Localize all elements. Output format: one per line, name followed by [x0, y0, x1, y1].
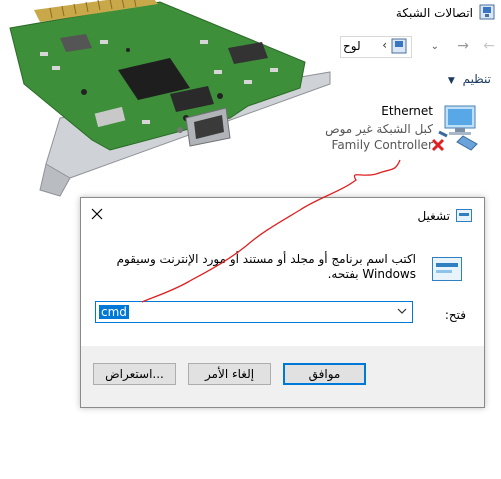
run-body: اكتب اسم برنامج أو مجلد أو مستند أو مورد…	[81, 232, 484, 346]
back-arrow-icon[interactable]: →	[457, 38, 469, 54]
window-title: اتصالات الشبكة	[395, 6, 473, 20]
adapter-device: Family Controller	[331, 138, 433, 152]
run-title: تشغيل	[417, 209, 450, 223]
address-text: لوح	[343, 39, 361, 53]
run-icon	[432, 257, 462, 281]
breadcrumb-chevron-icon[interactable]: ‹	[382, 38, 387, 52]
ok-button[interactable]: موافق	[283, 363, 366, 385]
network-connections-icon	[479, 4, 495, 20]
run-dialog: تشغيل اكتب اسم برنامج أو مجلد أو مستند أ…	[80, 197, 485, 408]
organize-label: تنظيم	[462, 72, 491, 86]
browse-button[interactable]: استعراض...	[93, 363, 176, 385]
run-description: اكتب اسم برنامج أو مجلد أو مستند أو مورد…	[116, 252, 416, 281]
close-icon[interactable]	[88, 205, 106, 223]
open-combobox[interactable]: cmd	[95, 301, 413, 323]
run-titlebar: تشغيل	[81, 198, 484, 232]
forward-arrow-icon[interactable]: ←	[483, 38, 495, 54]
address-bar[interactable]: ‹ لوح	[340, 36, 412, 58]
cancel-button[interactable]: إلغاء الأمر	[188, 363, 271, 385]
open-label: فتح:	[444, 308, 466, 322]
chevron-down-icon[interactable]	[396, 305, 408, 317]
chevron-down-icon[interactable]: ⌄	[431, 41, 439, 52]
network-card-image	[9, 0, 331, 197]
disconnected-x-icon	[431, 138, 445, 152]
run-icon	[456, 209, 472, 222]
run-footer: موافق إلغاء الأمر استعراض...	[81, 346, 484, 407]
adapter-name: Ethernet	[381, 104, 433, 118]
adapter-status: كبل الشبكة غير موص	[325, 122, 433, 136]
open-input-value[interactable]: cmd	[99, 305, 129, 319]
network-connections-icon	[391, 38, 407, 54]
ethernet-adapter-item[interactable]: Ethernet كبل الشبكة غير موص Family Contr…	[325, 102, 501, 162]
organize-button[interactable]: تنظيم ▼	[448, 72, 491, 86]
dropdown-triangle-icon: ▼	[447, 76, 455, 86]
